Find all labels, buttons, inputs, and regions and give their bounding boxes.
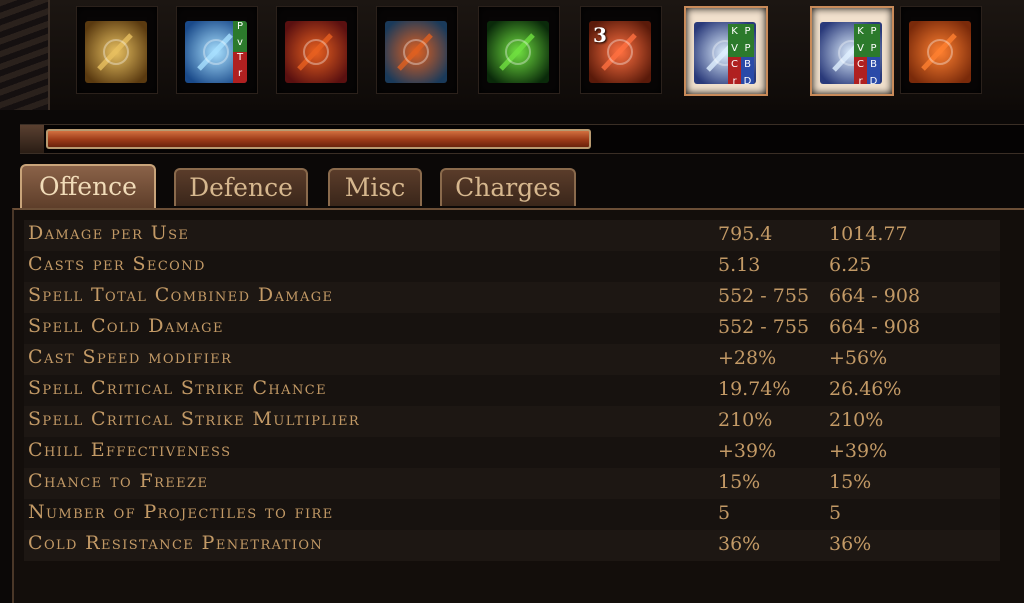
socket-link-letter: P [233, 21, 247, 37]
gem-socket-letter: r [854, 73, 867, 84]
stat-value-compare: 36% [829, 533, 872, 555]
gem-socket-grid: KPVPCBrD [854, 24, 880, 84]
stat-row: Cast Speed modifier +28% +56% [24, 344, 1000, 375]
green-arrow-skill-icon [487, 21, 549, 83]
progress-bar-cap [20, 125, 44, 153]
stat-row: Damage per Use 795.4 1014.77 [24, 220, 1000, 251]
socket-link-letter: v [233, 36, 247, 52]
gem-socket-letter: C [854, 57, 867, 74]
stat-label: Chill Effectiveness [28, 439, 232, 461]
stat-value-current: 15% [718, 471, 761, 493]
stat-value-current: 552 - 755 [718, 316, 810, 338]
stats-panel: Damage per Use 795.4 1014.77 Casts per Seco… [12, 208, 1024, 603]
skill-slot[interactable]: KPVPCBrD [684, 6, 768, 96]
stat-row: Cold Resistance Penetration 36% 36% [24, 530, 1000, 561]
stat-value-current: 552 - 755 [718, 285, 810, 307]
frost-orb-gem-icon-2: KPVPCBrD [820, 22, 882, 84]
stat-label: Cold Resistance Penetration [28, 532, 324, 554]
gem-socket-letter: P [867, 40, 880, 57]
skill-count: 3 [593, 23, 607, 47]
stat-label: Spell Critical Strike Chance [28, 377, 327, 399]
socket-link-letter: r [233, 67, 247, 83]
running-man-skill-icon: 3 [589, 21, 651, 83]
skill-slot[interactable] [76, 6, 158, 94]
stat-value-compare: 210% [829, 409, 884, 431]
progress-bar-row [20, 124, 1024, 154]
stats-list: Damage per Use 795.4 1014.77 Casts per Seco… [24, 220, 1000, 561]
stat-value-current: 19.74% [718, 378, 791, 400]
tab-charges[interactable]: Charges [440, 168, 576, 206]
stat-value-current: 5 [718, 502, 731, 524]
stat-row: Spell Cold Damage 552 - 755 664 - 908 [24, 313, 1000, 344]
progress-fill [46, 129, 592, 149]
socket-links: PvTr [233, 21, 247, 83]
stat-label: Number of Projectiles to fire [28, 501, 334, 523]
stat-row: Number of Projectiles to fire 5 5 [24, 499, 1000, 530]
stat-value-compare: 664 - 908 [829, 316, 921, 338]
skill-slot[interactable] [900, 6, 982, 94]
stat-value-current: 795.4 [718, 223, 773, 245]
gem-socket-letter: B [867, 57, 880, 74]
stat-row: Spell Critical Strike Multiplier 210% 210% [24, 406, 1000, 437]
stat-row: Casts per Second 5.13 6.25 [24, 251, 1000, 282]
stat-value-compare: 26.46% [829, 378, 902, 400]
gem-socket-grid: KPVPCBrD [728, 24, 754, 84]
skill-slot[interactable] [276, 6, 358, 94]
stat-value-current: 36% [718, 533, 761, 555]
socket-link-letter: T [233, 52, 247, 68]
stat-value-current: 210% [718, 409, 773, 431]
stat-label: Cast Speed modifier [28, 346, 233, 368]
stat-label: Casts per Second [28, 253, 206, 275]
stat-label: Damage per Use [28, 222, 190, 244]
stat-value-compare: 1014.77 [829, 223, 908, 245]
stat-value-compare: 5 [829, 502, 842, 524]
stat-row: Spell Critical Strike Chance 19.74% 26.46% [24, 375, 1000, 406]
skill-bar: PvTr3KPVPCBrDKPVPCBrD [0, 0, 1024, 110]
tab-defence[interactable]: Defence [174, 168, 308, 206]
stat-tabs: Offence Defence Misc Charges [20, 164, 1024, 208]
skill-slot[interactable] [478, 6, 560, 94]
skill-slot[interactable]: PvTr [176, 6, 258, 94]
skill-slot[interactable]: 3 [580, 6, 662, 94]
skill-slot[interactable] [376, 6, 458, 94]
gem-socket-letter: P [867, 24, 880, 41]
gem-socket-letter: P [741, 24, 754, 41]
stat-label: Spell Cold Damage [28, 315, 224, 337]
stat-value-compare: 15% [829, 471, 872, 493]
stat-label: Spell Total Combined Damage [28, 284, 334, 306]
ice-shards-skill-icon: PvTr [185, 21, 247, 83]
stat-row: Chill Effectiveness +39% +39% [24, 437, 1000, 468]
gem-socket-letter: D [867, 73, 880, 84]
stat-value-compare: 664 - 908 [829, 285, 921, 307]
golem-skill-icon [909, 21, 971, 83]
gem-socket-letter: K [854, 24, 867, 41]
stat-label: Chance to Freeze [28, 470, 209, 492]
blood-rage-skill-icon [285, 21, 347, 83]
skill-slot[interactable]: KPVPCBrD [810, 6, 894, 96]
gem-socket-letter: C [728, 57, 741, 74]
gem-socket-letter: D [741, 73, 754, 84]
sword-skill-icon [85, 21, 147, 83]
tab-offence[interactable]: Offence [20, 164, 156, 208]
tab-misc[interactable]: Misc [328, 168, 422, 206]
gem-socket-letter: B [741, 57, 754, 74]
stat-value-compare: 6.25 [829, 254, 872, 276]
progress-track [46, 129, 1020, 149]
stat-value-current: 5.13 [718, 254, 761, 276]
ornate-frame-left [0, 0, 50, 110]
gem-socket-letter: P [741, 40, 754, 57]
gem-socket-letter: V [854, 40, 867, 57]
stat-value-current: +28% [718, 347, 777, 369]
stat-row: Chance to Freeze 15% 15% [24, 468, 1000, 499]
fist-aura-skill-icon [385, 21, 447, 83]
stat-value-compare: +39% [829, 440, 888, 462]
gem-socket-letter: V [728, 40, 741, 57]
stat-value-current: +39% [718, 440, 777, 462]
stat-row: Spell Total Combined Damage 552 - 755 664 … [24, 282, 1000, 313]
stat-label: Spell Critical Strike Multiplier [28, 408, 361, 430]
gem-socket-letter: K [728, 24, 741, 41]
gem-socket-letter: r [728, 73, 741, 84]
stat-value-compare: +56% [829, 347, 888, 369]
frost-orb-gem-icon: KPVPCBrD [694, 22, 756, 84]
